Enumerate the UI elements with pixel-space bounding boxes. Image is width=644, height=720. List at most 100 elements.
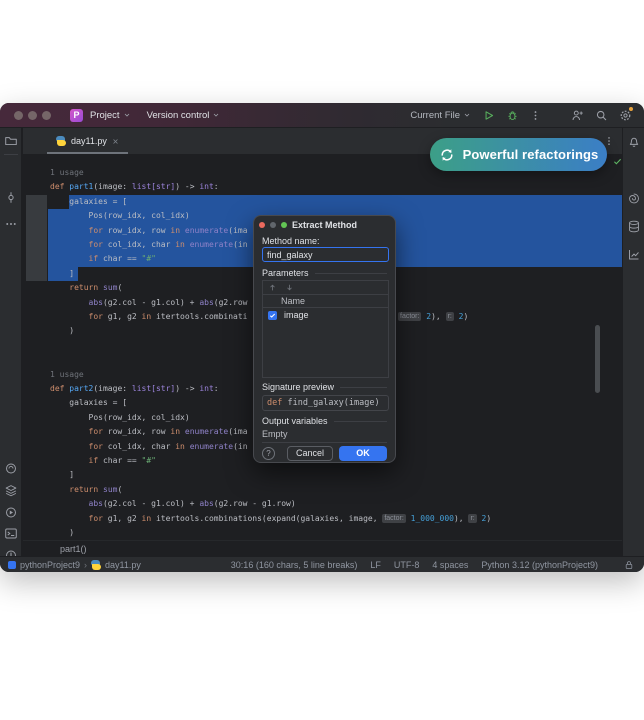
move-down-icon[interactable] <box>285 283 294 292</box>
commit-icon[interactable] <box>4 191 17 204</box>
output-section-header: Output variables <box>262 416 387 426</box>
dialog-divider <box>262 442 387 443</box>
method-name-value: find_galaxy <box>267 250 313 260</box>
search-everywhere-icon[interactable] <box>595 109 608 122</box>
breadcrumb-separator: › <box>84 560 87 570</box>
pycharm-window: P Project Version control Current File <box>0 103 644 572</box>
run-button[interactable] <box>482 109 495 122</box>
code-token: find_galaxy(image) <box>282 398 379 408</box>
inspections-ok-check-icon[interactable] <box>613 157 622 166</box>
output-variables-value: Empty <box>262 429 288 439</box>
python-file-icon <box>56 136 66 146</box>
notifications-bell-icon[interactable] <box>627 135 640 148</box>
dialog-title: Extract Method <box>254 220 395 230</box>
chevron-down-icon <box>123 111 131 119</box>
dialog-titlebar: Extract Method <box>254 216 395 234</box>
code-with-me-user-plus-icon[interactable] <box>571 109 584 122</box>
version-control-widget[interactable]: Version control <box>147 110 221 121</box>
titlebar: P Project Version control Current File <box>0 103 644 128</box>
tab-day11-py[interactable]: day11.py <box>47 128 128 154</box>
editor-breadcrumb-bar: part1() <box>23 540 622 556</box>
right-toolwindow-stripe <box>622 128 644 556</box>
parameter-name: image <box>284 310 309 320</box>
ok-button[interactable]: OK <box>339 446 387 461</box>
zoom-window-button[interactable] <box>42 111 51 120</box>
powerful-refactorings-badge[interactable]: Powerful refactorings <box>430 138 607 171</box>
method-name-input[interactable]: find_galaxy <box>262 247 389 262</box>
promo-label: Powerful refactorings <box>463 147 599 162</box>
help-button[interactable]: ? <box>262 447 275 460</box>
python-file-icon <box>91 560 101 570</box>
signature-section-header: Signature preview <box>262 382 387 392</box>
code-selection <box>69 195 622 209</box>
settings-update-badge <box>629 107 633 111</box>
help-label: ? <box>266 449 270 458</box>
code-fragment-right-of-dialog: factor: 2), r: 2) <box>398 310 468 324</box>
services-layers-icon[interactable] <box>4 484 17 497</box>
name-column-header: Name <box>281 296 305 306</box>
parameters-toolbar <box>263 281 388 295</box>
stripe-divider <box>4 154 18 155</box>
more-actions-kebab-icon[interactable] <box>530 110 541 121</box>
status-item[interactable]: LF <box>370 560 381 570</box>
dialog-footer: ? Cancel OK <box>262 445 387 461</box>
parameter-checkbox[interactable] <box>268 311 277 320</box>
status-widgets: 30:16 (160 chars, 5 line breaks) LF UTF-8 4… <box>231 560 644 570</box>
code-token: r: <box>446 312 454 321</box>
ai-assistant-icon[interactable] <box>627 192 640 205</box>
project-widget-label: Project <box>90 110 120 121</box>
signature-preview-box: def find_galaxy(image) <box>262 395 389 411</box>
run-configuration-selector[interactable]: Current File <box>410 110 471 121</box>
project-icon <box>8 561 16 569</box>
status-file-name[interactable]: day11.py <box>105 560 141 570</box>
project-folder-icon[interactable] <box>4 134 17 147</box>
tab-label: day11.py <box>71 136 107 146</box>
parameters-table: Name image <box>262 280 389 378</box>
parameters-section-header: Parameters <box>262 268 387 278</box>
version-control-label: Version control <box>147 110 210 121</box>
editor-options-kebab-icon[interactable] <box>604 136 614 146</box>
refactor-refresh-icon <box>439 147 455 163</box>
parameters-table-header: Name <box>263 295 388 308</box>
status-item[interactable]: 30:16 (160 chars, 5 line breaks) <box>231 560 358 570</box>
more-toolwindows-icon[interactable] <box>5 218 17 230</box>
code-token: ) <box>464 312 469 321</box>
breadcrumb-item-part1[interactable]: part1() <box>60 544 87 554</box>
ok-label: OK <box>356 448 370 458</box>
database-icon[interactable] <box>627 220 640 233</box>
close-tab-icon[interactable] <box>112 138 119 145</box>
chevron-down-icon <box>463 111 471 119</box>
gutter-selection-bar <box>26 195 47 281</box>
move-up-icon[interactable] <box>268 283 277 292</box>
status-item[interactable]: 4 spaces <box>432 560 468 570</box>
debug-button[interactable] <box>506 109 519 122</box>
run-toolwindow-icon[interactable] <box>4 506 17 519</box>
output-variables-label: Output variables <box>262 416 328 426</box>
python-packages-icon[interactable] <box>4 462 17 475</box>
settings-gear-icon[interactable] <box>619 109 632 122</box>
status-bar: pythonProject9 › day11.py 30:16 (160 cha… <box>0 556 644 572</box>
lock-icon[interactable] <box>624 560 634 570</box>
status-navbar[interactable]: pythonProject9 › day11.py <box>0 560 141 570</box>
status-item[interactable]: Python 3.12 (pythonProject9) <box>481 560 598 570</box>
minimize-window-button[interactable] <box>28 111 37 120</box>
terminal-icon[interactable] <box>4 527 17 540</box>
cancel-label: Cancel <box>296 448 324 458</box>
cancel-button[interactable]: Cancel <box>287 446 333 461</box>
parameters-label: Parameters <box>262 268 309 278</box>
parameter-row-image[interactable]: image <box>263 308 388 322</box>
close-window-button[interactable] <box>14 111 23 120</box>
project-widget[interactable]: Project <box>90 110 131 121</box>
signature-preview-label: Signature preview <box>262 382 334 392</box>
code-token: ), <box>431 312 445 321</box>
plots-chart-icon[interactable] <box>627 248 640 261</box>
extract-method-dialog: Extract Method Method name: find_galaxy … <box>253 215 396 463</box>
code-token: factor: <box>398 312 421 321</box>
run-configuration-label: Current File <box>410 110 460 121</box>
method-name-label: Method name: <box>262 236 320 246</box>
editor-scrollbar-thumb[interactable] <box>595 325 600 393</box>
status-project-name[interactable]: pythonProject9 <box>20 560 80 570</box>
chevron-down-icon <box>212 111 220 119</box>
status-item[interactable]: UTF-8 <box>394 560 420 570</box>
code-selection <box>48 267 78 281</box>
